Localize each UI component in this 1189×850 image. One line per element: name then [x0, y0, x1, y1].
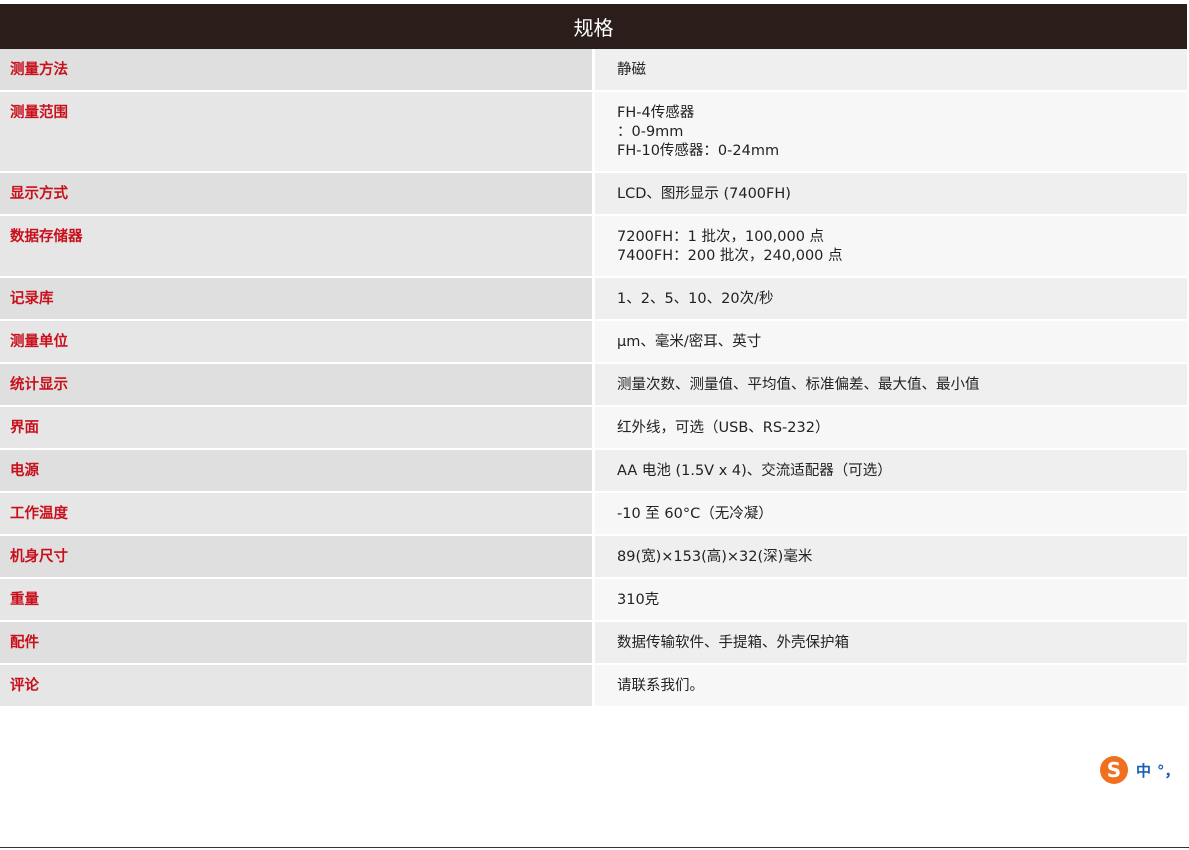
spec-label: 测量范围 [0, 91, 595, 173]
divider [0, 847, 1189, 848]
spec-row: 统计显示 测量次数、测量值、平均值、标准偏差、最大值、最小值 [0, 363, 1187, 407]
spec-label: 界面 [0, 406, 595, 450]
spec-value-line: 请联系我们。 [617, 678, 704, 694]
spec-value: AA 电池 (1.5V x 4)、交流适配器（可选） [593, 449, 1187, 493]
spec-value: 测量次数、测量值、平均值、标准偏差、最大值、最小值 [593, 363, 1187, 407]
spec-value-line: 7200FH：1 批次，100,000 点 [617, 229, 825, 245]
spec-value-line: ：0-9mm [617, 124, 684, 140]
spec-value: 静磁 [593, 49, 1187, 92]
spec-value: 1、2、5、10、20次/秒 [593, 277, 1187, 321]
spec-table: 规格 测量方法 静磁测量范围 FH-4传感器 ：0-9mm FH-10传感器：0-24m… [0, 4, 1187, 708]
spec-value-line: LCD、图形显示 (7400FH) [617, 186, 791, 202]
spec-label: 评论 [0, 664, 595, 708]
spec-label: 数据存储器 [0, 215, 595, 278]
spec-row: 评论 请联系我们。 [0, 664, 1187, 708]
spec-label: 显示方式 [0, 172, 595, 216]
spec-value: 310克 [593, 578, 1187, 622]
spec-row: 机身尺寸 89(宽)×153(高)×32(深)毫米 [0, 535, 1187, 579]
spec-value-line: 7400FH：200 批次，240,000 点 [617, 248, 843, 264]
spec-value: 数据传输软件、手提箱、外壳保护箱 [593, 621, 1187, 665]
spec-value: μm、毫米/密耳、英寸 [593, 320, 1187, 364]
spec-value: 7200FH：1 批次，100,000 点 7400FH：200 批次，240,0… [593, 215, 1187, 278]
spec-row: 测量范围 FH-4传感器 ：0-9mm FH-10传感器：0-24mm [0, 91, 1187, 173]
spec-value-line: 红外线，可选（USB、RS-232） [617, 420, 830, 436]
spec-row: 数据存储器 7200FH：1 批次，100,000 点 7400FH：200 批次，… [0, 215, 1187, 278]
ime-mode-toggle[interactable]: 中 [1136, 760, 1151, 781]
spec-row: 测量单位 μm、毫米/密耳、英寸 [0, 320, 1187, 364]
spec-label: 重量 [0, 578, 595, 622]
spec-label: 电源 [0, 449, 595, 493]
spec-value-line: 310克 [617, 592, 660, 608]
spec-row: 界面 红外线，可选（USB、RS-232） [0, 406, 1187, 450]
spec-value-line: AA 电池 (1.5V x 4)、交流适配器（可选） [617, 463, 892, 479]
sogou-s-icon[interactable]: S [1100, 756, 1128, 784]
spec-value: -10 至 60°C（无冷凝） [593, 492, 1187, 536]
spec-value-line: 静磁 [617, 62, 646, 78]
spec-row: 工作温度 -10 至 60°C（无冷凝） [0, 492, 1187, 536]
spec-row: 显示方式 LCD、图形显示 (7400FH) [0, 172, 1187, 216]
spec-value: 请联系我们。 [593, 664, 1187, 708]
spec-label: 机身尺寸 [0, 535, 595, 579]
spec-label: 记录库 [0, 277, 595, 321]
spec-value-line: μm、毫米/密耳、英寸 [617, 334, 762, 350]
spec-row: 电源 AA 电池 (1.5V x 4)、交流适配器（可选） [0, 449, 1187, 493]
spec-value-line: -10 至 60°C（无冷凝） [617, 506, 773, 522]
spec-value-line: 数据传输软件、手提箱、外壳保护箱 [617, 635, 849, 651]
spec-value-line: 89(宽)×153(高)×32(深)毫米 [617, 549, 813, 565]
spec-value: LCD、图形显示 (7400FH) [593, 172, 1187, 216]
spec-label: 工作温度 [0, 492, 595, 536]
ime-punct-toggle[interactable]: °， [1157, 760, 1180, 781]
spec-value-line: FH-10传感器：0-24mm [617, 143, 780, 159]
spec-label: 统计显示 [0, 363, 595, 407]
spec-value-line: 测量次数、测量值、平均值、标准偏差、最大值、最小值 [617, 377, 980, 393]
spec-label: 配件 [0, 621, 595, 665]
spec-row: 记录库 1、2、5、10、20次/秒 [0, 277, 1187, 321]
spec-value-line: 1、2、5、10、20次/秒 [617, 291, 774, 307]
spec-row: 配件 数据传输软件、手提箱、外壳保护箱 [0, 621, 1187, 665]
spec-row: 测量方法 静磁 [0, 49, 1187, 92]
spec-value: FH-4传感器 ：0-9mm FH-10传感器：0-24mm [593, 91, 1187, 173]
spec-label: 测量单位 [0, 320, 595, 364]
spec-title: 规格 [0, 4, 1187, 49]
spec-label: 测量方法 [0, 49, 595, 92]
spec-row: 重量 310克 [0, 578, 1187, 622]
spec-value: 红外线，可选（USB、RS-232） [593, 406, 1187, 450]
spec-value: 89(宽)×153(高)×32(深)毫米 [593, 535, 1187, 579]
spec-rows: 测量方法 静磁测量范围 FH-4传感器 ：0-9mm FH-10传感器：0-24mm 显示… [0, 49, 1187, 708]
spec-value-line: FH-4传感器 [617, 105, 695, 121]
ime-toolbar[interactable]: S 中 °， [1100, 754, 1180, 786]
